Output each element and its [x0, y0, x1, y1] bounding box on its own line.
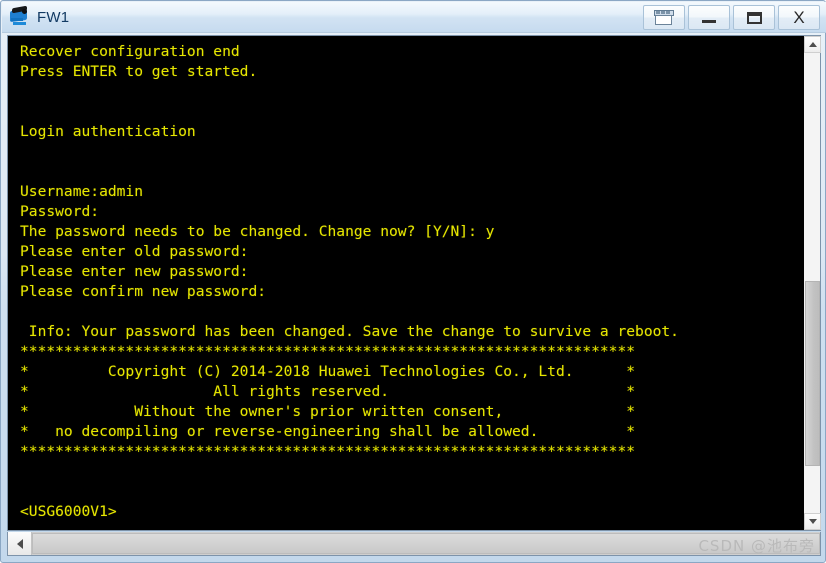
scroll-left-arrow-icon[interactable] [8, 532, 32, 555]
undock-window-button[interactable] [643, 5, 685, 30]
terminal-line: Info: Your password has been changed. Sa… [20, 323, 679, 340]
terminal-line: * Without the owner's prior written cons… [20, 403, 636, 420]
close-icon: X [793, 7, 805, 27]
terminal-line: ****************************************… [20, 343, 636, 360]
terminal-line: Please enter old password: [20, 243, 249, 260]
terminal-line: * no decompiling or reverse-engineering … [20, 423, 636, 440]
undock-window-icon [654, 9, 674, 26]
terminal-window: FW1 X Recover configuration end Press ENT… [0, 0, 826, 563]
close-button[interactable]: X [778, 5, 820, 30]
terminal-line: Username:admin [20, 183, 144, 200]
title-bar: FW1 X [2, 2, 826, 33]
scroll-down-arrow-icon[interactable] [804, 513, 821, 530]
minimize-button[interactable] [688, 5, 730, 30]
maximize-icon [746, 11, 762, 24]
horizontal-scrollbar[interactable] [7, 532, 821, 556]
vertical-scroll-thumb[interactable] [805, 281, 820, 466]
terminal-line: * All rights reserved. * [20, 383, 636, 400]
window-title: FW1 [37, 8, 70, 26]
terminal-line: Please confirm new password: [20, 283, 267, 300]
firewall-device-icon [9, 5, 31, 28]
minimize-icon [702, 20, 716, 23]
maximize-button[interactable] [733, 5, 775, 30]
vertical-scrollbar[interactable] [803, 36, 821, 530]
terminal-line: <USG6000V1> [20, 503, 117, 520]
terminal-line: The password needs to be changed. Change… [20, 223, 495, 240]
vertical-scroll-track[interactable] [804, 53, 820, 513]
scroll-up-arrow-icon[interactable] [804, 36, 821, 53]
terminal-pane[interactable]: Recover configuration end Press ENTER to … [7, 35, 821, 531]
terminal-line: * Copyright (C) 2014-2018 Huawei Technol… [20, 363, 636, 380]
terminal-output[interactable]: Recover configuration end Press ENTER to … [8, 36, 803, 530]
terminal-line: Password: [20, 203, 100, 220]
horizontal-scroll-track[interactable] [32, 532, 820, 555]
terminal-line: ****************************************… [20, 443, 636, 460]
terminal-line: Login authentication [20, 123, 196, 140]
horizontal-scroll-thumb[interactable] [32, 533, 820, 554]
terminal-line: Please enter new password: [20, 263, 249, 280]
terminal-line: Recover configuration end [20, 43, 240, 60]
window-controls: X [640, 4, 820, 31]
terminal-line: Press ENTER to get started. [20, 63, 258, 80]
